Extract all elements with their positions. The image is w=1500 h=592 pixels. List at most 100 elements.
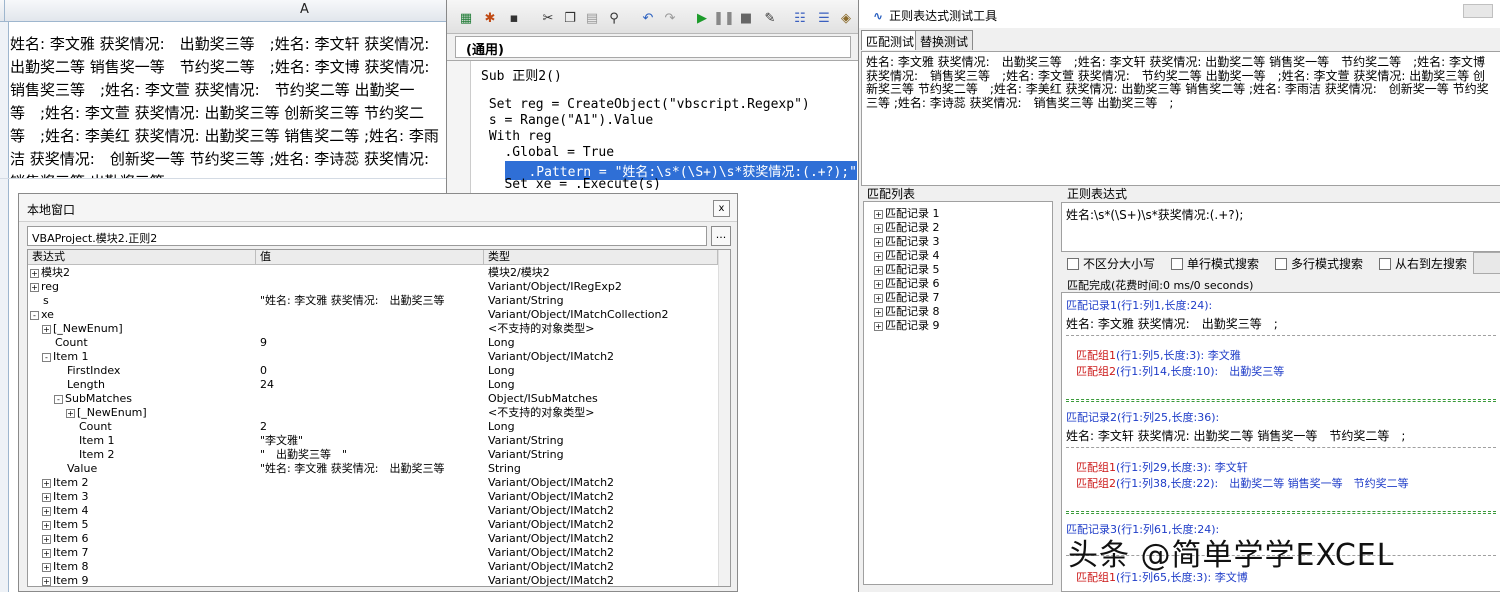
locals-row[interactable]: FirstIndex 0 Long — [28, 364, 718, 378]
locals-row[interactable]: + Item 5 Variant/Object/IMatch2 — [28, 518, 718, 532]
collapse-icon[interactable]: - — [42, 352, 51, 362]
pattern-input[interactable]: 姓名:\s*(\S+)\s*获奖情况:(.+?); — [1061, 202, 1500, 252]
checkbox-icon[interactable] — [1171, 258, 1183, 270]
match-list-item[interactable]: + 匹配记录 2 — [874, 221, 940, 235]
expand-icon[interactable]: + — [42, 576, 51, 586]
locals-expression: + [_NewEnum] — [42, 322, 123, 335]
expand-icon[interactable]: + — [874, 223, 883, 233]
match-list-item[interactable]: + 匹配记录 7 — [874, 291, 940, 305]
expand-icon[interactable]: + — [874, 321, 883, 331]
expand-icon[interactable]: + — [874, 279, 883, 289]
properties-icon[interactable]: ☰ — [815, 9, 833, 27]
locals-row[interactable]: + reg Variant/Object/IRegExp2 — [28, 280, 718, 294]
locals-row[interactable]: Count 9 Long — [28, 336, 718, 350]
option-single-line[interactable]: 单行模式搜索 — [1171, 256, 1259, 272]
checkbox-icon[interactable] — [1379, 258, 1391, 270]
locals-row[interactable]: + Item 9 Variant/Object/IMatch2 — [28, 574, 718, 586]
locals-row[interactable]: + Item 7 Variant/Object/IMatch2 — [28, 546, 718, 560]
copy-icon[interactable]: ❐ — [561, 9, 579, 27]
match-list-item[interactable]: + 匹配记录 3 — [874, 235, 940, 249]
option-multi-line[interactable]: 多行模式搜索 — [1275, 256, 1363, 272]
undo-icon[interactable]: ↶ — [639, 9, 657, 27]
column-header[interactable]: A — [0, 0, 446, 22]
close-icon[interactable]: x — [713, 200, 730, 217]
locals-row[interactable]: Value "姓名: 李文雅 获奖情况: 出勤奖三等 String — [28, 462, 718, 476]
locals-row[interactable]: Item 1 "李文雅" Variant/String — [28, 434, 718, 448]
expand-icon[interactable]: + — [874, 307, 883, 317]
match-list[interactable]: + 匹配记录 1 + 匹配记录 2 + 匹配记录 3 + 匹配记录 4 + 匹配记录 5 + 匹配记录… — [863, 201, 1053, 585]
design-mode-icon[interactable]: ✎ — [761, 9, 779, 27]
minimize-button[interactable] — [1463, 4, 1493, 18]
expand-icon[interactable]: + — [874, 251, 883, 261]
locals-row[interactable]: Count 2 Long — [28, 420, 718, 434]
match-list-item[interactable]: + 匹配记录 5 — [874, 263, 940, 277]
run-match-button[interactable] — [1473, 252, 1500, 274]
expand-icon[interactable]: + — [42, 548, 51, 558]
expand-icon[interactable]: + — [42, 478, 51, 488]
locals-row[interactable]: - xe Variant/Object/IMatchCollection2 — [28, 308, 718, 322]
expand-icon[interactable]: + — [874, 293, 883, 303]
locals-row[interactable]: - Item 1 Variant/Object/IMatch2 — [28, 350, 718, 364]
expand-icon[interactable]: + — [874, 209, 883, 219]
header-value[interactable]: 值 — [256, 250, 484, 265]
expand-icon[interactable]: + — [42, 324, 51, 334]
tab-replace-test[interactable]: 替换测试 — [915, 30, 974, 50]
expand-icon[interactable]: + — [874, 265, 883, 275]
expand-icon[interactable]: + — [874, 237, 883, 247]
call-stack-button[interactable]: ... — [711, 226, 731, 246]
locals-row[interactable]: + 模块2 模块2/模块2 — [28, 266, 718, 280]
locals-row[interactable]: + Item 8 Variant/Object/IMatch2 — [28, 560, 718, 574]
locals-row[interactable]: + Item 6 Variant/Object/IMatch2 — [28, 532, 718, 546]
header-type[interactable]: 类型 — [484, 250, 718, 265]
expand-icon[interactable]: + — [30, 282, 39, 292]
header-expression[interactable]: 表达式 — [28, 250, 256, 265]
column-header-a[interactable]: A — [300, 2, 309, 17]
excel-icon[interactable]: ▦ — [457, 9, 475, 27]
save-icon[interactable]: ▪ — [505, 9, 523, 27]
expand-icon[interactable]: + — [42, 492, 51, 502]
match-list-item[interactable]: + 匹配记录 8 — [874, 305, 940, 319]
locals-row[interactable]: - SubMatches Object/ISubMatches — [28, 392, 718, 406]
locals-row[interactable]: Item 2 " 出勤奖三等 " Variant/String — [28, 448, 718, 462]
expand-icon[interactable]: + — [42, 506, 51, 516]
match-list-label: 匹配记录 5 — [885, 263, 940, 276]
project-explorer-icon[interactable]: ☷ — [791, 9, 809, 27]
locals-scrollbar[interactable] — [718, 250, 730, 586]
locals-row[interactable]: + Item 4 Variant/Object/IMatch2 — [28, 504, 718, 518]
match-list-item[interactable]: + 匹配记录 9 — [874, 319, 940, 333]
locals-row[interactable]: + [_NewEnum] <不支持的对象类型> — [28, 322, 718, 336]
expand-icon[interactable]: + — [42, 520, 51, 530]
cut-icon[interactable]: ✂ — [539, 9, 557, 27]
match-list-item[interactable]: + 匹配记录 1 — [874, 207, 940, 221]
locals-row[interactable]: + Item 2 Variant/Object/IMatch2 — [28, 476, 718, 490]
locals-row[interactable]: + Item 3 Variant/Object/IMatch2 — [28, 490, 718, 504]
paste-icon[interactable]: ▤ — [583, 9, 601, 27]
option-ignore-case[interactable]: 不区分大小写 — [1067, 256, 1155, 272]
test-input-text[interactable]: 姓名: 李文雅 获奖情况: 出勤奖三等 ;姓名: 李文轩 获奖情况: 出勤奖二等… — [861, 51, 1500, 186]
object-browser-icon[interactable]: ◈ — [837, 9, 855, 27]
collapse-icon[interactable]: - — [54, 394, 63, 404]
code-pane[interactable]: Sub 正则2() Set reg = CreateObject("vbscri… — [447, 60, 859, 206]
insert-icon[interactable]: ✱ — [481, 9, 499, 27]
match-list-item[interactable]: + 匹配记录 6 — [874, 277, 940, 291]
locals-row[interactable]: s "姓名: 李文雅 获奖情况: 出勤奖三等 Variant/String — [28, 294, 718, 308]
collapse-icon[interactable]: - — [30, 310, 39, 320]
expand-icon[interactable]: + — [30, 268, 39, 278]
run-icon[interactable]: ▶ — [693, 9, 711, 27]
expand-icon[interactable]: + — [42, 534, 51, 544]
module-combo[interactable]: (通用) — [455, 36, 851, 58]
tab-match-test[interactable]: 匹配测试 — [861, 30, 920, 50]
expand-icon[interactable]: + — [42, 562, 51, 572]
find-icon[interactable]: ⚲ — [605, 9, 623, 27]
locals-row[interactable]: + [_NewEnum] <不支持的对象类型> — [28, 406, 718, 420]
checkbox-icon[interactable] — [1067, 258, 1079, 270]
expand-icon[interactable]: + — [66, 408, 75, 418]
checkbox-icon[interactable] — [1275, 258, 1287, 270]
stop-icon[interactable]: ■ — [737, 9, 755, 27]
redo-icon[interactable]: ↷ — [661, 9, 679, 27]
match-list-item[interactable]: + 匹配记录 4 — [874, 249, 940, 263]
locals-row[interactable]: Length 24 Long — [28, 378, 718, 392]
cell-a1[interactable]: 姓名: 李文雅 获奖情况: 出勤奖三等 ;姓名: 李文轩 获奖情况: 出勤奖二等… — [8, 33, 440, 178]
pause-icon[interactable]: ❚❚ — [713, 9, 735, 27]
option-right-to-left[interactable]: 从右到左搜索 — [1379, 256, 1467, 272]
